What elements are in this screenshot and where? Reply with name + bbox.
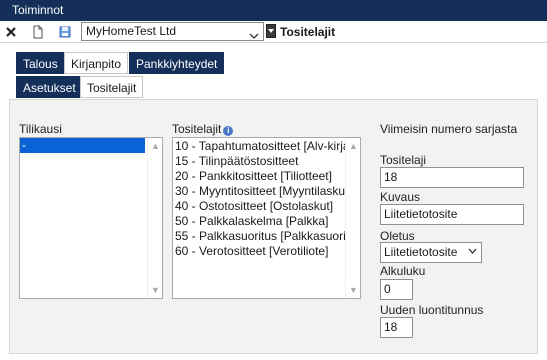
tab-label: Talous — [23, 57, 58, 71]
oletus-select[interactable]: Liitetietotosite — [380, 242, 482, 263]
list-item[interactable]: - — [20, 138, 145, 153]
list-item[interactable]: 60 - Verotositteet [Verotiliote] — [173, 244, 360, 259]
luontitunnus-field[interactable]: 18 — [380, 317, 413, 338]
tab-label: Kirjanpito — [71, 57, 122, 71]
chevron-down-icon — [249, 28, 259, 45]
series-heading: Viimeisin numero sarjasta — [380, 122, 518, 136]
close-icon[interactable] — [3, 24, 19, 40]
kuvaus-value: Liitetietotosite — [384, 207, 458, 221]
list-item[interactable]: 50 - Palkkalaskelma [Palkka] — [173, 214, 360, 229]
luontitunnus-label: Uuden luontitunnus — [380, 303, 484, 317]
tilikausi-listbox[interactable]: - ▲ ▼ — [19, 137, 163, 299]
tab-talous[interactable]: Talous — [16, 52, 65, 74]
scrollbar[interactable]: ▲ ▼ — [147, 138, 162, 298]
new-document-icon[interactable] — [30, 24, 46, 40]
toolbar: MyHomeTest Ltd Tositelajit — [0, 21, 547, 43]
company-select[interactable]: MyHomeTest Ltd — [81, 22, 264, 41]
tositelajit-listbox[interactable]: 10 - Tapahtumatositteet [Alv-kirjau 15 -… — [172, 137, 361, 299]
list-item[interactable]: 20 - Pankkitositteet [Tiliotteet] — [173, 169, 360, 184]
scrollbar[interactable]: ▲ ▼ — [345, 138, 360, 298]
scroll-up-icon[interactable]: ▲ — [151, 141, 160, 151]
save-icon[interactable] — [57, 24, 73, 40]
tab-kirjanpito[interactable]: Kirjanpito — [64, 52, 129, 74]
tositelaji-value: 18 — [384, 170, 398, 184]
settings-panel: Tilikausi - ▲ ▼ Tositelajit i 10 - Tapaht… — [9, 99, 538, 354]
list-item[interactable]: 55 - Palkkasuoritus [Palkkasuoritus — [173, 229, 360, 244]
luontitunnus-value: 18 — [384, 320, 398, 334]
list-item[interactable]: 10 - Tapahtumatositteet [Alv-kirjau — [173, 139, 360, 154]
kuvaus-field[interactable]: Liitetietotosite — [380, 204, 524, 225]
tab-asetukset[interactable]: Asetukset — [16, 76, 83, 98]
company-dropdown-button[interactable] — [266, 24, 276, 38]
tab-tositelajit[interactable]: Tositelajit — [80, 76, 144, 98]
kuvaus-label: Kuvaus — [380, 190, 421, 204]
scroll-down-icon[interactable]: ▼ — [151, 285, 160, 295]
tositelajit-label-text: Tositelajit — [172, 122, 222, 136]
window-title: Toiminnot — [12, 3, 64, 17]
tab-label: Asetukset — [23, 81, 76, 95]
tositelaji-field[interactable]: 18 — [380, 167, 524, 188]
list-item[interactable]: 40 - Ostotositteet [Ostolaskut] — [173, 199, 360, 214]
list-item[interactable]: 15 - Tilinpäätöstositteet — [173, 154, 360, 169]
oletus-value: Liitetietotosite — [384, 245, 458, 259]
alkuluku-field[interactable]: 0 — [380, 279, 413, 300]
tab-label: Tositelajit — [87, 81, 137, 95]
oletus-label: Oletus — [380, 229, 415, 243]
window-titlebar: Toiminnot — [0, 0, 547, 21]
tab-label: Pankkiyhteydet — [136, 57, 218, 71]
tositelaji-label: Tositelaji — [380, 153, 427, 167]
tab-pankkiyhteydet[interactable]: Pankkiyhteydet — [129, 52, 225, 74]
list-item[interactable]: 30 - Myyntitositteet [Myyntilaskut] — [173, 184, 360, 199]
chevron-down-icon — [468, 244, 477, 265]
tositelajit-label: Tositelajit i — [172, 122, 234, 136]
tilikausi-label: Tilikausi — [19, 122, 62, 136]
scroll-up-icon[interactable]: ▲ — [349, 141, 358, 151]
info-icon[interactable]: i — [223, 126, 234, 136]
company-select-value: MyHomeTest Ltd — [86, 24, 177, 38]
alkuluku-value: 0 — [384, 282, 391, 296]
alkuluku-label: Alkuluku — [380, 264, 426, 278]
scroll-down-icon[interactable]: ▼ — [349, 285, 358, 295]
page-title: Tositelajit — [280, 25, 336, 39]
